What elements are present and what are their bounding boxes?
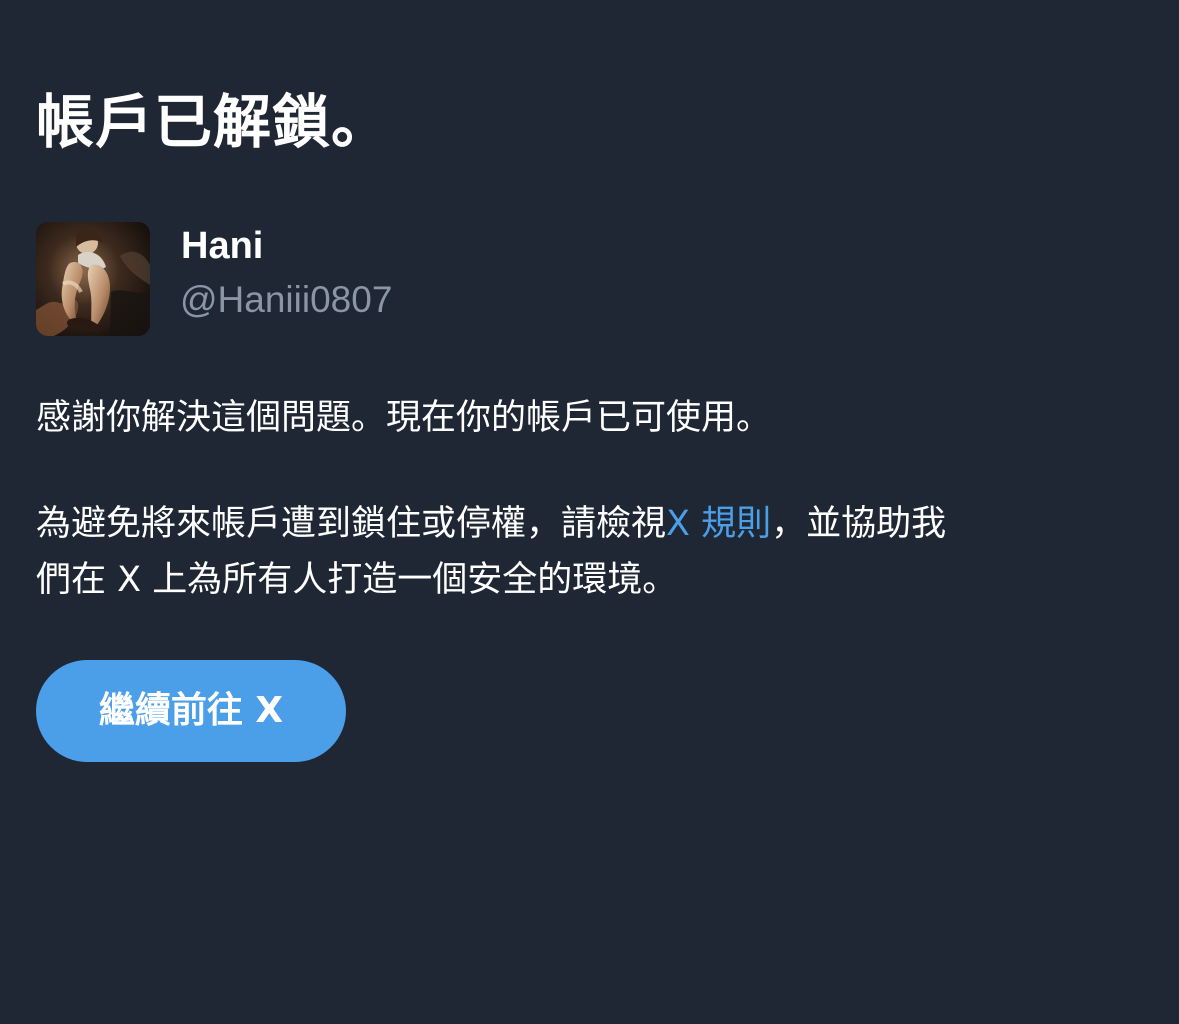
display-name: Hani <box>181 225 264 267</box>
profile-photo-icon <box>36 222 150 336</box>
unlock-confirmation-message: 感謝你解決這個問題。現在你的帳戶已可使用。 <box>36 398 772 438</box>
avatar <box>36 222 150 336</box>
policy-prefix: 為避免將來帳戶遭到鎖住或停權，請檢視 <box>36 504 667 544</box>
policy-line-2: 們在 X 上為所有人打造一個安全的環境。 <box>36 560 678 600</box>
policy-suffix: ，並協助我 <box>771 504 947 544</box>
page-title: 帳戶已解鎖。 <box>36 88 391 156</box>
continue-to-x-button[interactable]: 繼續前往 X <box>36 660 346 762</box>
x-rules-link[interactable]: X 規則 <box>666 504 771 544</box>
policy-line-1: 為避免將來帳戶遭到鎖住或停權，請檢視X 規則，並協助我 <box>36 496 1146 552</box>
account-handle: @Haniii0807 <box>180 279 393 320</box>
account-unlocked-screen: 帳戶已解鎖。 Hani @Haniii0807 感謝你解決這個問題。現在你的帳戶… <box>0 0 1179 1024</box>
policy-message: 為避免將來帳戶遭到鎖住或停權，請檢視X 規則，並協助我 們在 X 上為所有人打造… <box>36 496 1146 608</box>
